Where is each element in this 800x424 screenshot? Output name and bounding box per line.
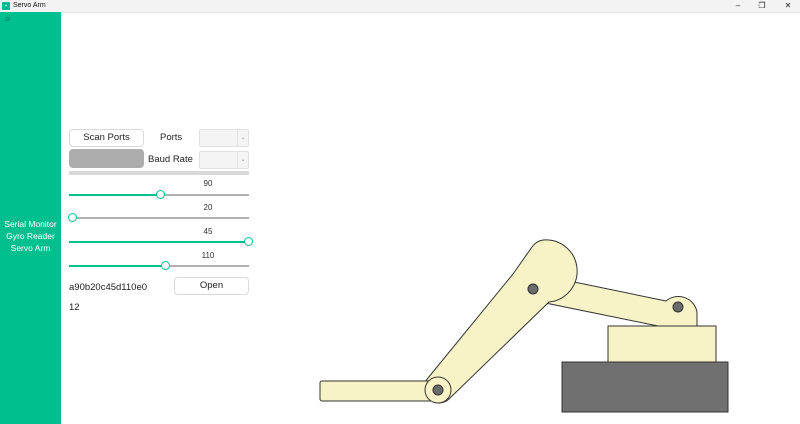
arm-gripper-link [319, 380, 439, 402]
shoulder-joint-icon [672, 301, 684, 313]
elbow-joint-icon [527, 283, 539, 295]
arm-forearm-link [423, 239, 578, 404]
robot-arm-canvas [319, 239, 729, 413]
wrist-joint-icon [432, 384, 444, 396]
arm-base [561, 361, 729, 413]
arm-turret [607, 325, 717, 363]
